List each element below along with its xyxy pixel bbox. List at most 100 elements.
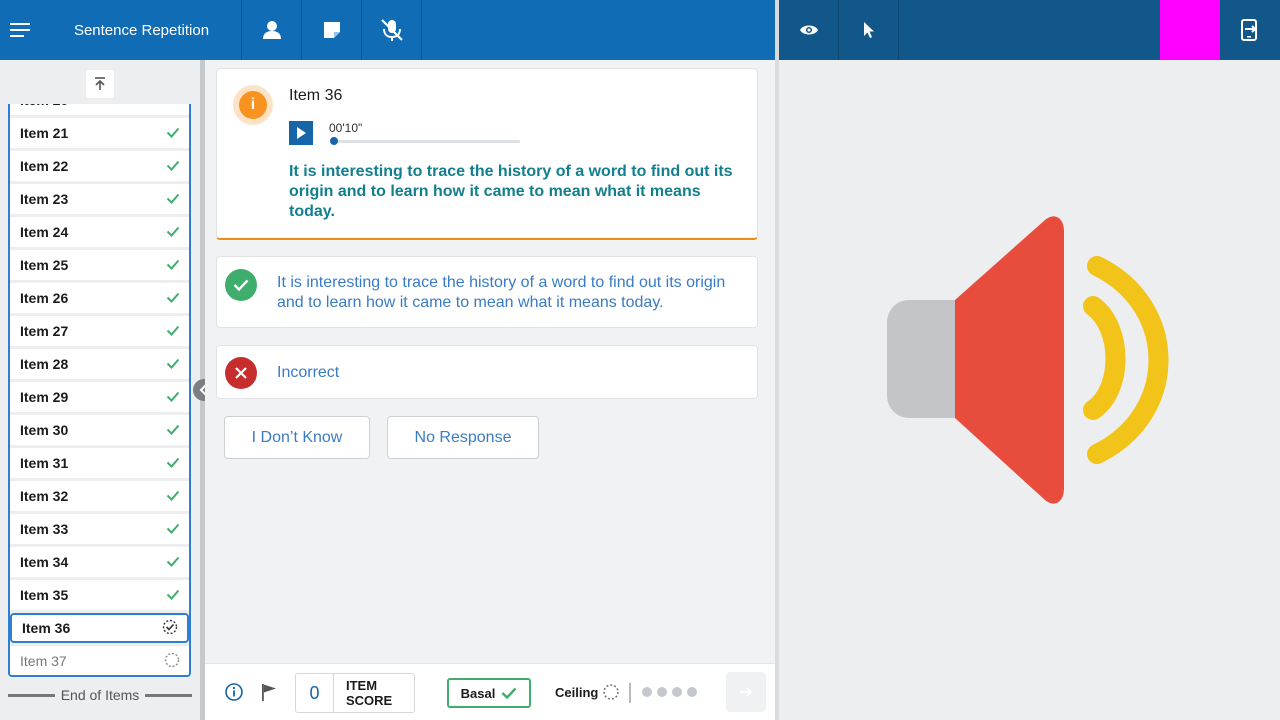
notes-button[interactable]: [302, 0, 362, 60]
list-item[interactable]: Item 29: [10, 382, 189, 412]
check-icon: [166, 488, 180, 504]
end-of-items-marker: End of Items: [8, 687, 192, 703]
check-icon: [166, 323, 180, 339]
no-response-button[interactable]: No Response: [387, 416, 539, 459]
list-item-label: Item 35: [20, 587, 69, 603]
next-item-button[interactable]: [726, 672, 766, 712]
ceiling-status: Ceiling: [555, 683, 620, 701]
examiner-toolbar: Sentence Repetition: [0, 0, 775, 60]
list-item[interactable]: Item 21: [10, 118, 189, 148]
scroll-to-top-button[interactable]: [86, 70, 114, 98]
preview-button[interactable]: [779, 0, 839, 60]
list-item[interactable]: Item 22: [10, 151, 189, 181]
check-icon: [166, 422, 180, 438]
examinee-info-button[interactable]: [242, 0, 302, 60]
list-item[interactable]: Item 36: [10, 613, 189, 643]
examinee-toolbar: [779, 0, 1280, 60]
flag-icon: [262, 684, 276, 701]
mute-mic-button[interactable]: [362, 0, 422, 60]
item-score-box: 0 ITEM SCORE: [295, 673, 415, 713]
list-item[interactable]: Item 20: [10, 104, 189, 115]
item-list[interactable]: Item 20 Item 21 Item 22 Item 23 Item 24 Item…: [8, 104, 191, 677]
pointer-tool-button[interactable]: [839, 0, 899, 60]
eye-icon: [799, 25, 818, 35]
ceiling-dot: [642, 687, 652, 697]
mic-off-icon: [380, 19, 403, 41]
basal-status: Basal: [447, 678, 531, 708]
check-icon: [166, 125, 180, 141]
incorrect-response-option[interactable]: Incorrect: [216, 345, 758, 399]
item-list-panel: Item 20 Item 21 Item 22 Item 23 Item 24 Item…: [0, 60, 200, 720]
list-item-label: Item 34: [20, 554, 69, 570]
list-item-label: Item 20: [20, 104, 68, 108]
list-item[interactable]: Item 34: [10, 547, 189, 577]
list-item-label: Item 26: [20, 290, 69, 306]
list-item[interactable]: Item 33: [10, 514, 189, 544]
ceiling-dot: [657, 687, 667, 697]
audio-progress-thumb[interactable]: [330, 137, 338, 145]
incorrect-label: Incorrect: [277, 364, 340, 381]
check-icon: [166, 290, 180, 306]
info-badge[interactable]: i: [233, 85, 273, 125]
correct-response-text: It is interesting to trace the history o…: [277, 274, 726, 311]
marker-swatch: [1160, 0, 1220, 60]
item-score-value: 0: [296, 674, 334, 712]
check-circle-icon: [225, 269, 257, 301]
app-root: Sentence Repetition Item 20: [0, 0, 1280, 720]
pointer-icon: [863, 22, 874, 38]
audio-duration: 00'10": [329, 121, 363, 135]
audio-progress-track[interactable]: [330, 137, 520, 145]
list-item[interactable]: Item 37: [10, 646, 189, 675]
exit-screen-icon: [1241, 19, 1257, 41]
dont-know-button[interactable]: I Don’t Know: [224, 416, 370, 459]
check-icon: [501, 687, 517, 699]
flag-item-button[interactable]: [261, 683, 277, 706]
pending-circle-icon: [603, 684, 620, 700]
list-item[interactable]: Item 27: [10, 316, 189, 346]
pending-circle-icon: [164, 652, 180, 671]
play-audio-button[interactable]: [289, 121, 313, 145]
list-item-label: Item 27: [20, 323, 69, 339]
arrow-right-icon: [740, 687, 753, 697]
list-item-label: Item 33: [20, 521, 69, 537]
bottom-status-bar: 0 ITEM SCORE Basal Ceiling: [205, 663, 775, 720]
list-item[interactable]: Item 31: [10, 448, 189, 478]
ceiling-label: Ceiling: [555, 684, 599, 700]
list-item-label: Item 37: [20, 653, 67, 669]
list-item-label: Item 25: [20, 257, 69, 273]
list-item[interactable]: Item 30: [10, 415, 189, 445]
divider-line: [145, 693, 192, 697]
in-progress-icon: [162, 619, 178, 638]
item-title: Item 36: [289, 87, 343, 104]
switch-screen-button[interactable]: [1220, 0, 1280, 60]
check-icon: [166, 389, 180, 405]
list-item[interactable]: Item 25: [10, 250, 189, 280]
list-item[interactable]: Item 26: [10, 283, 189, 313]
info-outline-icon: [225, 683, 243, 701]
list-item[interactable]: Item 32: [10, 481, 189, 511]
note-icon: [323, 22, 340, 38]
item-info-button[interactable]: [225, 683, 243, 706]
list-item[interactable]: Item 23: [10, 184, 189, 214]
arrow-to-top-icon: [95, 77, 105, 90]
list-item-label: Item 36: [22, 620, 71, 636]
check-icon: [166, 455, 180, 471]
check-icon: [166, 587, 180, 603]
list-item-label: Item 23: [20, 191, 69, 207]
menu-button[interactable]: [0, 0, 42, 60]
ceiling-progress-dots: [642, 687, 697, 697]
list-item-label: Item 22: [20, 158, 69, 174]
check-icon: [166, 356, 180, 372]
list-item[interactable]: Item 28: [10, 349, 189, 379]
correct-response-option[interactable]: It is interesting to trace the history o…: [216, 256, 758, 328]
list-item-label: Item 29: [20, 389, 69, 405]
list-item[interactable]: Item 35: [10, 580, 189, 610]
scoring-area: i Item 36 00'10" It is interesting to tr…: [205, 60, 775, 663]
item-score-label: ITEM SCORE: [346, 678, 393, 708]
list-item-label: Item 24: [20, 224, 69, 240]
check-icon: [166, 257, 180, 273]
list-item[interactable]: Item 24: [10, 217, 189, 247]
end-of-items-label: End of Items: [60, 687, 140, 703]
list-item-label: Item 30: [20, 422, 69, 438]
